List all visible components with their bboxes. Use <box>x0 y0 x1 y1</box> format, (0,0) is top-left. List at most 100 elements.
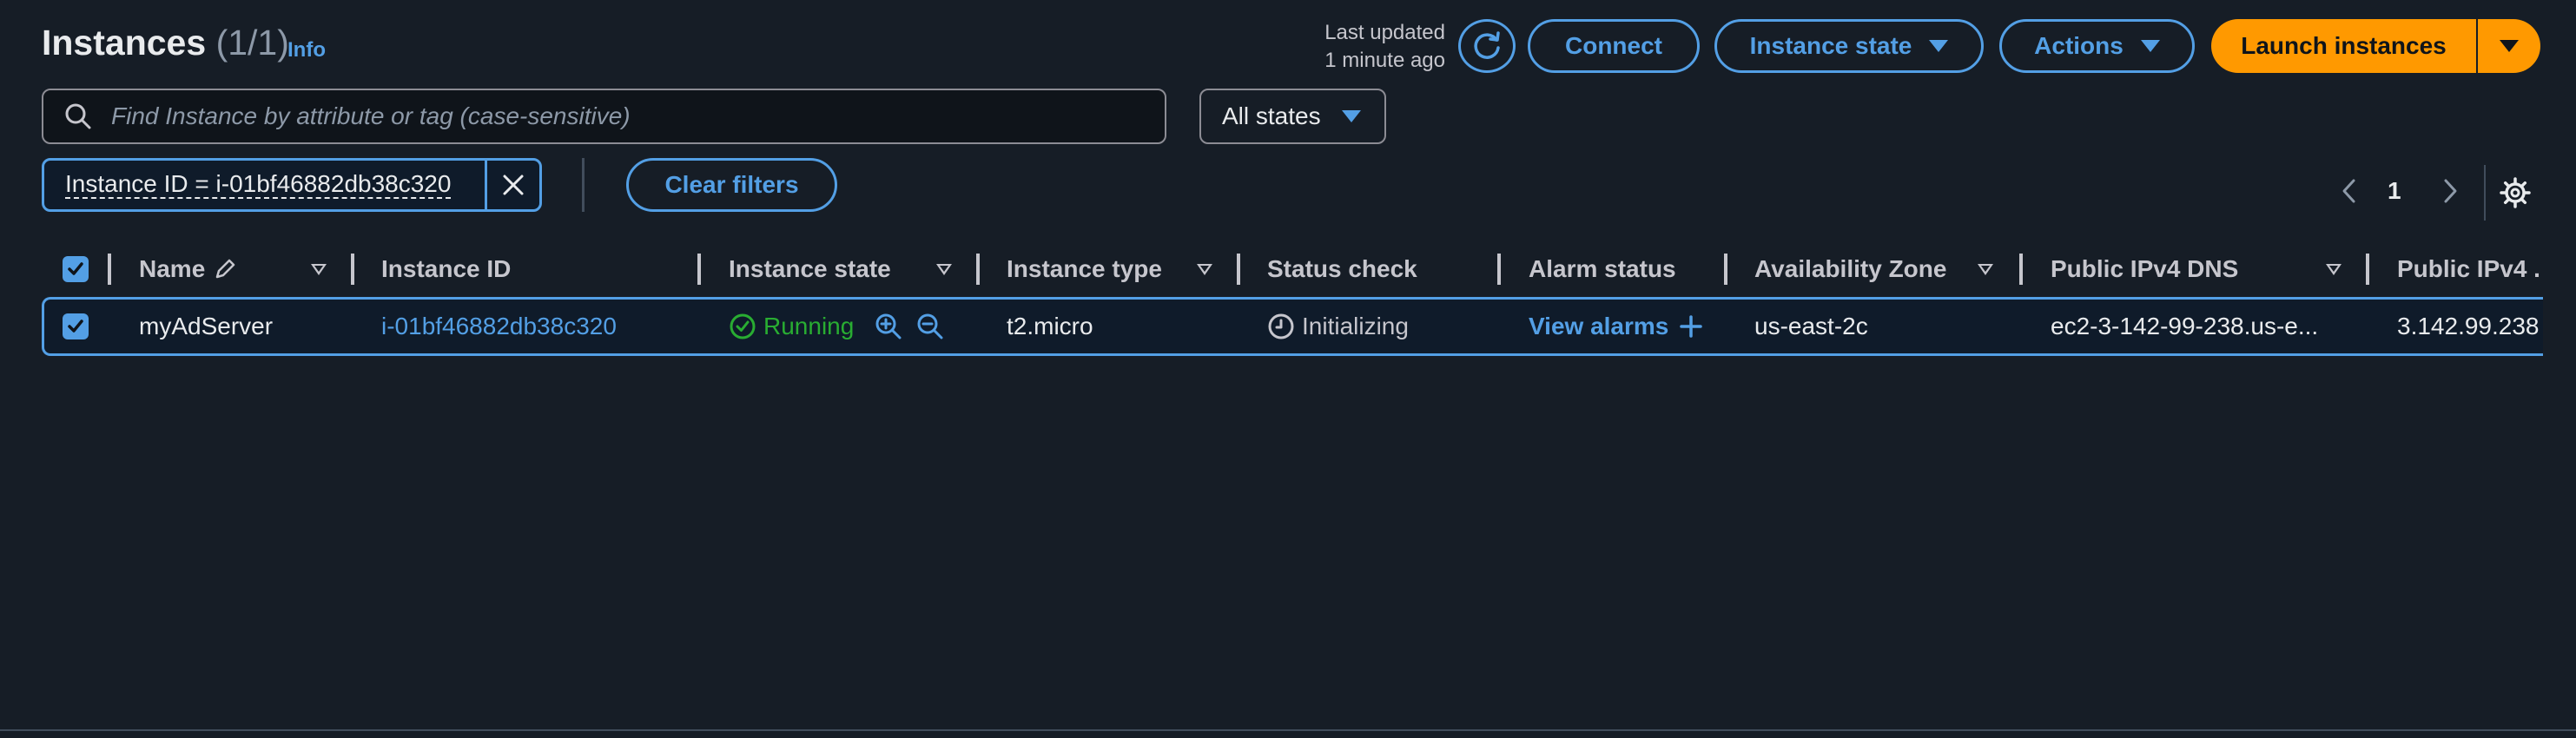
column-resizer[interactable] <box>2366 254 2369 285</box>
column-resizer[interactable] <box>1724 254 1727 285</box>
connect-button[interactable]: Connect <box>1528 19 1700 73</box>
column-header-instance-state[interactable]: Instance state <box>729 252 891 287</box>
connect-label: Connect <box>1565 32 1662 59</box>
sort-instance-state-button[interactable] <box>936 252 952 287</box>
caret-down-icon <box>2140 40 2160 52</box>
cell-status-check: Initializing <box>1267 311 1409 342</box>
column-resizer[interactable] <box>351 254 354 285</box>
gear-icon <box>2500 177 2531 208</box>
actions-button[interactable]: Actions <box>1999 19 2195 73</box>
checkbox <box>63 256 89 282</box>
cell-name: myAdServer <box>139 313 274 339</box>
last-updated-label: Last updated <box>1324 21 1445 44</box>
ec2-instances-page: Instances (1/1) Info Last updated 1 minu… <box>0 0 2576 738</box>
refresh-icon <box>1474 31 1500 59</box>
info-link[interactable]: Info <box>287 38 326 63</box>
column-instance-type-label: Instance type <box>1007 255 1162 282</box>
view-alarms-label: View alarms <box>1529 313 1669 339</box>
column-header-instance-id[interactable]: Instance ID <box>381 252 511 287</box>
zoom-in-button[interactable] <box>874 311 903 342</box>
page-title: Instances (1/1) <box>42 23 289 63</box>
column-resizer[interactable] <box>1237 254 1240 285</box>
remove-filter-button[interactable] <box>485 161 539 209</box>
column-public-dns-label: Public IPv4 DNS <box>2051 255 2239 282</box>
cell-public-dns: ec2-3-142-99-238.us-e... <box>2051 313 2319 339</box>
last-updated-time: 1 minute ago <box>1324 49 1445 72</box>
cell-availability-zone: us-east-2c <box>1754 313 1868 339</box>
launch-instances-dropdown[interactable] <box>2478 19 2540 73</box>
panel-bottom-border <box>0 729 2576 731</box>
search-input[interactable] <box>109 102 1155 131</box>
column-resizer[interactable] <box>1497 254 1501 285</box>
instance-count: (1/1) <box>215 23 289 63</box>
divider <box>2484 165 2486 221</box>
column-alarm-status-label: Alarm status <box>1529 255 1676 282</box>
column-header-status-check[interactable]: Status check <box>1267 252 1417 287</box>
cell-instance-state: Running <box>729 311 854 342</box>
page-title-text: Instances <box>42 23 207 63</box>
check-icon <box>68 262 83 275</box>
launch-instances-button[interactable]: Launch instances <box>2211 19 2476 73</box>
column-status-check-label: Status check <box>1267 255 1417 282</box>
previous-page-button[interactable] <box>2336 175 2362 211</box>
pencil-icon <box>216 259 235 279</box>
zoom-out-button[interactable] <box>915 311 945 342</box>
sort-icon <box>936 263 952 275</box>
row-checkbox[interactable] <box>63 311 89 342</box>
column-resizer[interactable] <box>108 254 111 285</box>
column-header-instance-type[interactable]: Instance type <box>1007 252 1162 287</box>
column-resizer[interactable] <box>976 254 980 285</box>
column-resizer[interactable] <box>2019 254 2023 285</box>
check-icon <box>68 320 83 333</box>
sort-instance-type-button[interactable] <box>1197 252 1212 287</box>
next-page-button[interactable] <box>2437 175 2463 211</box>
cell-public-ip: 3.142.99.238 <box>2397 313 2540 339</box>
checkbox <box>63 313 89 339</box>
plus-icon <box>1680 315 1703 338</box>
refresh-button[interactable] <box>1458 19 1516 73</box>
sort-availability-zone-button[interactable] <box>1978 252 1993 287</box>
column-header-availability-zone[interactable]: Availability Zone <box>1754 252 1946 287</box>
states-filter-value: All states <box>1222 102 1321 129</box>
column-header-alarm-status[interactable]: Alarm status <box>1529 252 1676 287</box>
column-public-ip-label: Public IPv4 ... <box>2397 255 2541 282</box>
column-availability-zone-label: Availability Zone <box>1754 255 1947 282</box>
launch-label: Launch instances <box>2241 32 2447 59</box>
view-alarms-link[interactable]: View alarms <box>1529 311 1703 342</box>
cell-instance-type: t2.micro <box>1007 313 1093 339</box>
divider <box>582 158 585 212</box>
chevron-left-icon <box>2342 179 2355 203</box>
search-bar[interactable] <box>42 89 1166 144</box>
sort-name-button[interactable] <box>311 252 327 287</box>
caret-down-icon <box>1341 110 1361 122</box>
cell-instance-id-link[interactable]: i-01bf46882db38c320 <box>381 311 617 342</box>
clear-filters-label: Clear filters <box>664 171 799 198</box>
chevron-right-icon <box>2444 179 2457 203</box>
column-instance-id-label: Instance ID <box>381 255 512 282</box>
close-icon <box>503 175 524 195</box>
instance-state-label: Instance state <box>1749 32 1912 59</box>
filter-token: Instance ID = i-01bf46882db38c320 <box>42 158 542 212</box>
check-circle-icon <box>730 313 756 339</box>
filter-token-label-wrap[interactable]: Instance ID = i-01bf46882db38c320 <box>44 161 485 209</box>
column-name-label: Name <box>139 255 206 282</box>
column-instance-state-label: Instance state <box>729 255 891 282</box>
column-header-name[interactable]: Name <box>139 252 238 287</box>
caret-down-icon <box>2500 40 2519 52</box>
zoom-in-icon <box>875 313 902 339</box>
sort-icon <box>1978 263 1993 275</box>
column-header-public-dns[interactable]: Public IPv4 DNS <box>2051 252 2238 287</box>
clear-filters-button[interactable]: Clear filters <box>626 158 837 212</box>
sort-icon <box>1197 263 1212 275</box>
column-header-public-ip[interactable]: Public IPv4 ... <box>2397 252 2541 287</box>
zoom-out-icon <box>917 313 943 339</box>
column-resizer[interactable] <box>697 254 701 285</box>
page-number[interactable]: 1 <box>2388 177 2401 205</box>
select-all-checkbox[interactable] <box>63 252 89 287</box>
sort-icon <box>311 263 327 275</box>
last-updated: Last updated 1 minute ago <box>1303 19 1445 75</box>
sort-public-dns-button[interactable] <box>2326 252 2342 287</box>
preferences-button[interactable] <box>2498 175 2533 214</box>
instance-state-button[interactable]: Instance state <box>1714 19 1984 73</box>
states-filter-select[interactable]: All states <box>1199 89 1386 144</box>
